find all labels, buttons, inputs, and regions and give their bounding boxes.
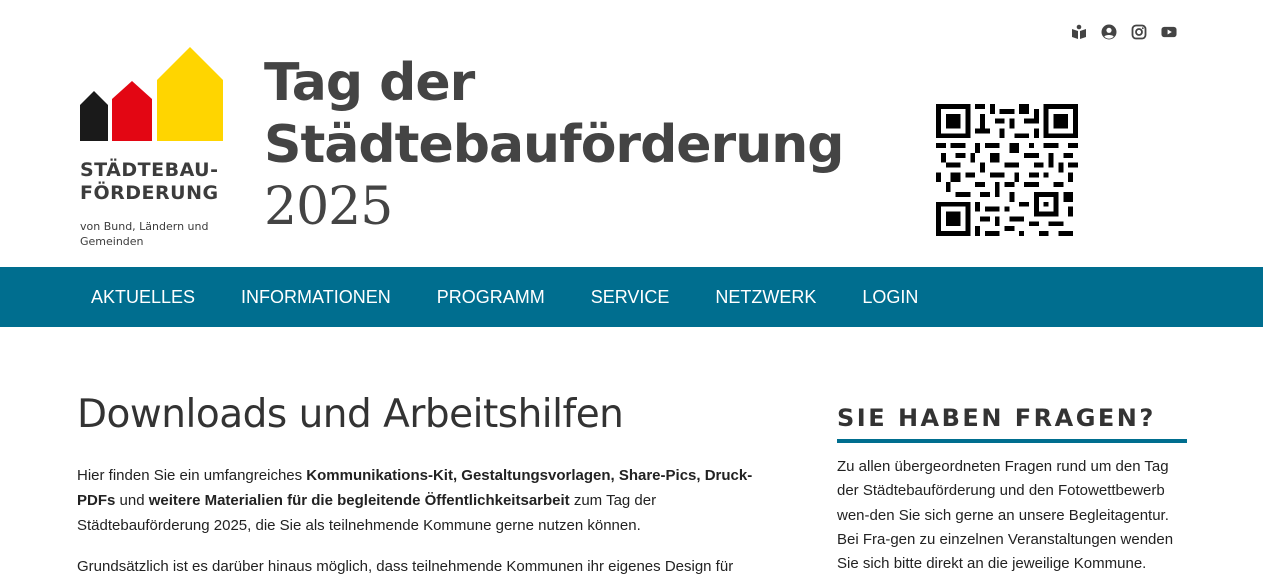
main-navigation: AKTUELLES INFORMATIONEN PROGRAMM SERVICE… (0, 267, 1263, 327)
nav-item-aktuelles[interactable]: AKTUELLES (68, 267, 218, 327)
logo-wordmark: STÄDTEBAU- FÖRDERUNG (80, 159, 219, 204)
nav-item-informationen[interactable]: INFORMATIONEN (218, 267, 414, 327)
sidebar-questions: SIE HABEN FRAGEN? Zu allen übergeordnete… (837, 404, 1187, 576)
logo-subtitle: von Bund, Ländern und Gemeinden (80, 220, 209, 248)
map-book-icon[interactable] (1071, 24, 1087, 40)
intro-paragraph: Hier finden Sie ein umfangreiches Kommun… (77, 467, 753, 534)
nav-item-service[interactable]: SERVICE (568, 267, 693, 327)
site-title-line1: Tag der (264, 53, 475, 113)
nav-item-programm[interactable]: PROGRAMM (414, 267, 568, 327)
site-title: Tag der Städtebauförderung 2025 (264, 52, 844, 238)
main-content: Downloads und Arbeitshilfen Hier finden … (77, 392, 777, 587)
nav-item-login[interactable]: LOGIN (839, 267, 941, 327)
social-icons (1071, 24, 1177, 40)
nav-item-netzwerk[interactable]: NETZWERK (692, 267, 839, 327)
sidebar-title: SIE HABEN FRAGEN? (837, 404, 1187, 443)
site-title-line2: Städtebauförderung (264, 115, 844, 175)
nav-list: AKTUELLES INFORMATIONEN PROGRAMM SERVICE… (0, 267, 1263, 327)
qr-code-image (936, 104, 1078, 236)
user-account-icon[interactable] (1101, 24, 1117, 40)
logo-houses-graphic (80, 47, 223, 141)
instagram-icon[interactable] (1131, 24, 1147, 40)
staedtebaufoerderung-logo[interactable]: STÄDTEBAU- FÖRDERUNG von Bund, Ländern u… (80, 47, 240, 257)
site-header: STÄDTEBAU- FÖRDERUNG von Bund, Ländern u… (0, 0, 1263, 267)
youtube-icon[interactable] (1161, 24, 1177, 40)
site-title-year: 2025 (264, 177, 393, 237)
second-paragraph: Grundsätzlich ist es darüber hinaus mögl… (77, 558, 734, 575)
page-title: Downloads und Arbeitshilfen (77, 392, 624, 437)
sidebar-text: Zu allen übergeordneten Fragen rund um d… (837, 458, 1174, 573)
